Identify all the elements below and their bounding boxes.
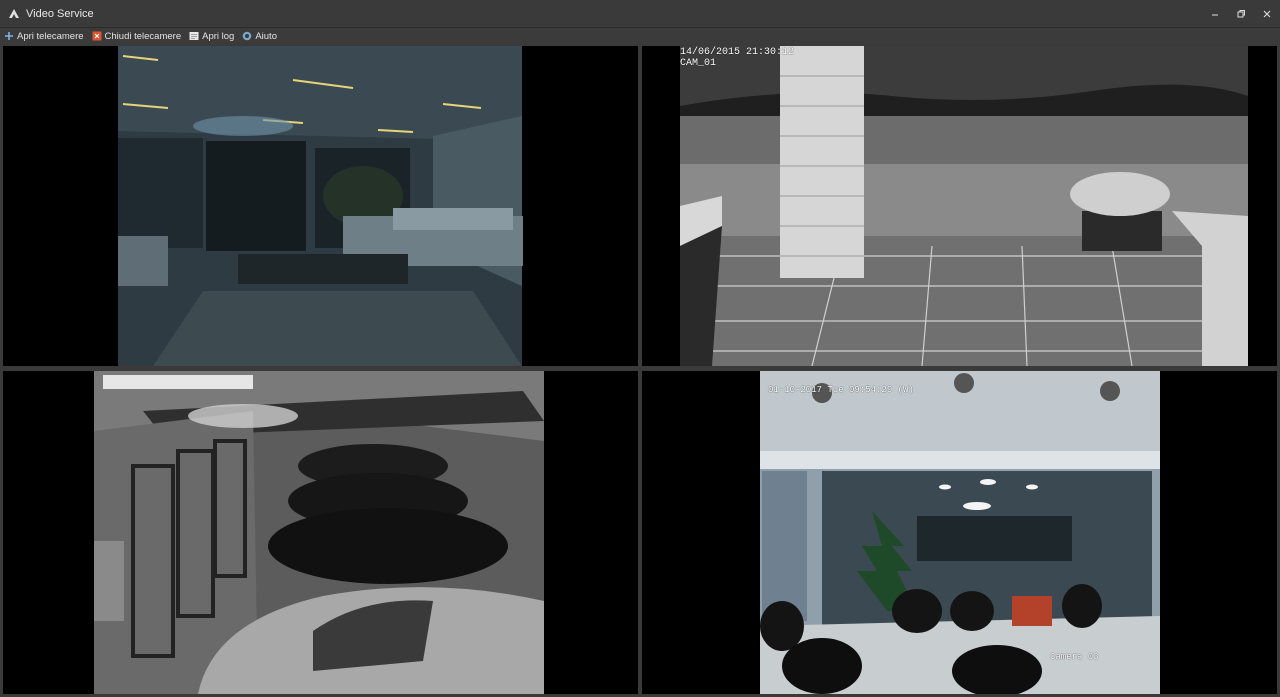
close-cameras-label: Chiudi telecamere bbox=[104, 30, 182, 42]
help-icon bbox=[242, 31, 252, 41]
camera-feed-living-room bbox=[3, 46, 638, 366]
help-label: Aiuto bbox=[255, 30, 277, 42]
close-icon bbox=[1263, 10, 1271, 18]
toolbar: Apri telecamere Chiudi telecamere Apri l… bbox=[0, 28, 1280, 44]
app-logo-icon bbox=[8, 8, 20, 20]
minimize-button[interactable] bbox=[1202, 0, 1228, 28]
window-title: Video Service bbox=[26, 7, 94, 20]
restore-icon bbox=[1237, 10, 1245, 18]
open-cameras-label: Apri telecamere bbox=[17, 30, 84, 42]
camera-pane-bottom-left[interactable] bbox=[3, 371, 638, 694]
camera-overlay-name: CAM_01 bbox=[680, 58, 717, 69]
camera-pane-top-left[interactable] bbox=[3, 46, 638, 366]
close-cameras-button[interactable]: Chiudi telecamere bbox=[92, 28, 182, 44]
camera-feed-office bbox=[642, 371, 1277, 694]
camera-feed-garage bbox=[3, 371, 638, 694]
close-button[interactable] bbox=[1254, 0, 1280, 28]
open-log-button[interactable]: Apri log bbox=[189, 28, 234, 44]
log-icon bbox=[189, 31, 199, 41]
camera-overlay-name: Camera 03 bbox=[1050, 652, 1099, 662]
window-controls bbox=[1202, 0, 1280, 28]
open-log-label: Apri log bbox=[202, 30, 235, 42]
camera-pane-top-right[interactable]: 14/06/2015 21:30:12 CAM_01 bbox=[642, 46, 1277, 366]
close-camera-icon bbox=[92, 31, 102, 41]
camera-grid: 14/06/2015 21:30:12 CAM_01 01-10-2017 Tu… bbox=[0, 44, 1280, 697]
open-cameras-button[interactable]: Apri telecamere bbox=[4, 28, 84, 44]
title-bar: Video Service bbox=[0, 0, 1280, 28]
camera-overlay-datetime: 01-10-2017 Tue 09:54:29 (W) bbox=[768, 385, 914, 395]
plus-icon bbox=[4, 31, 14, 41]
minimize-icon bbox=[1212, 14, 1218, 16]
camera-overlay-datetime: 14/06/2015 21:30:12 bbox=[680, 47, 795, 58]
help-button[interactable]: Aiuto bbox=[242, 28, 277, 44]
camera-pane-bottom-right[interactable]: 01-10-2017 Tue 09:54:29 (W) Camera 03 bbox=[642, 371, 1277, 694]
restore-button[interactable] bbox=[1228, 0, 1254, 28]
camera-feed-porch bbox=[642, 46, 1277, 366]
